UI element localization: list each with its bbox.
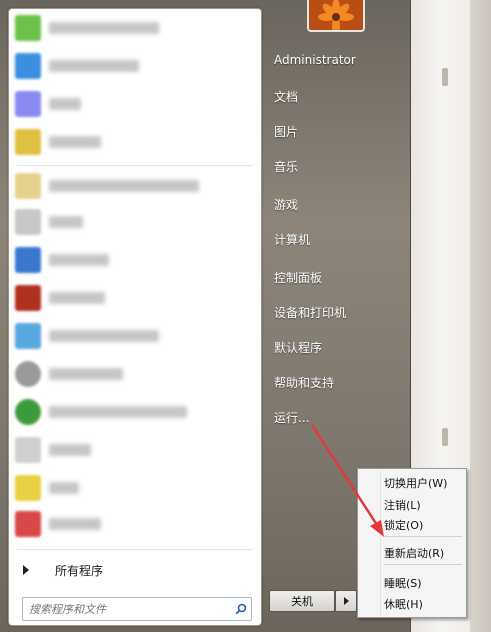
annotation-arrow: [310, 424, 384, 537]
desktop: 所有程序 搜索程序和文件 Administrator 文档 图片 音乐 游戏 计…: [0, 0, 491, 632]
